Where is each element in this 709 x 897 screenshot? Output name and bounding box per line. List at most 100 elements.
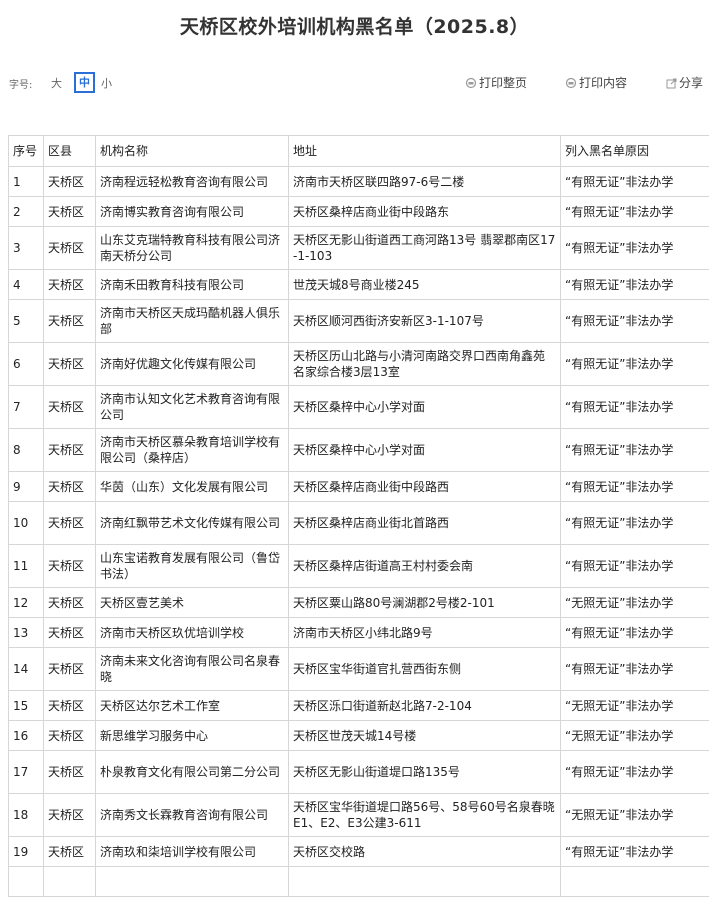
cell-reason: “有照无证”非法办学 (561, 502, 709, 545)
cell-reason: “有照无证”非法办学 (561, 227, 709, 270)
cell-name: 济南市天桥区玖优培训学校 (96, 618, 289, 648)
cell-address: 天桥区宝华街道官扎营西街东侧 (289, 648, 561, 691)
cell-address: 天桥区泺口街道新赵北路7-2-104 (289, 691, 561, 721)
cell-district: 天桥区 (44, 472, 96, 502)
cell-address: 天桥区无影山街道堤口路135号 (289, 751, 561, 794)
cell-district: 天桥区 (44, 386, 96, 429)
cell-district: 天桥区 (44, 502, 96, 545)
cell-address: 天桥区历山北路与小清河南路交界口西南角鑫苑名家综合楼3层13室 (289, 343, 561, 386)
column-header-reason: 列入黑名单原因 (561, 136, 709, 167)
cell-name: 华茵（山东）文化发展有限公司 (96, 472, 289, 502)
cell-address: 天桥区世茂天城14号楼 (289, 721, 561, 751)
table-row: 13天桥区济南市天桥区玖优培训学校济南市天桥区小纬北路9号“有照无证”非法办学 (9, 618, 709, 648)
cell-district: 天桥区 (44, 837, 96, 867)
cell-no: 17 (9, 751, 44, 794)
cell-name: 济南禾田教育科技有限公司 (96, 270, 289, 300)
cell-no: 1 (9, 167, 44, 197)
cell-no: 14 (9, 648, 44, 691)
cell-district: 天桥区 (44, 167, 96, 197)
font-size-large-button[interactable]: 大 (51, 75, 62, 91)
cell-district: 天桥区 (44, 691, 96, 721)
cell-district: 天桥区 (44, 300, 96, 343)
table-row: 19天桥区济南玖和柒培训学校有限公司天桥区交校路“有照无证”非法办学 (9, 837, 709, 867)
cell-no: 15 (9, 691, 44, 721)
cell-district: 天桥区 (44, 794, 96, 837)
print-icon (465, 77, 477, 89)
cell-no: 5 (9, 300, 44, 343)
cell-no: 19 (9, 837, 44, 867)
cell-no: 12 (9, 588, 44, 618)
table-row: 4天桥区济南禾田教育科技有限公司世茂天城8号商业楼245“有照无证”非法办学 (9, 270, 709, 300)
cell-name: 天桥区达尔艺术工作室 (96, 691, 289, 721)
table-row: 16天桥区新思维学习服务中心天桥区世茂天城14号楼“无照无证”非法办学 (9, 721, 709, 751)
table-row (9, 867, 709, 897)
cell-district: 天桥区 (44, 227, 96, 270)
cell-name: 济南博实教育咨询有限公司 (96, 197, 289, 227)
cell-district: 天桥区 (44, 648, 96, 691)
column-header-no: 序号 (9, 136, 44, 167)
print-page-button[interactable]: 打印整页 (465, 74, 527, 91)
table-row: 17天桥区朴泉教育文化有限公司第二分公司天桥区无影山街道堤口路135号“有照无证… (9, 751, 709, 794)
cell-no: 7 (9, 386, 44, 429)
table-row: 8天桥区济南市天桥区慕朵教育培训学校有限公司（桑梓店）天桥区桑梓中心小学对面“有… (9, 429, 709, 472)
cell-address: 天桥区顺河西街济安新区3-1-107号 (289, 300, 561, 343)
cell-no: 2 (9, 197, 44, 227)
print-page-label: 打印整页 (479, 76, 527, 90)
cell-district: 天桥区 (44, 721, 96, 751)
cell-no: 4 (9, 270, 44, 300)
table-row: 5天桥区济南市天桥区天成玛酷机器人俱乐部天桥区顺河西街济安新区3-1-107号“… (9, 300, 709, 343)
cell-no: 9 (9, 472, 44, 502)
cell-reason: “有照无证”非法办学 (561, 618, 709, 648)
cell-reason: “有照无证”非法办学 (561, 545, 709, 588)
table-row: 12天桥区天桥区壹艺美术天桥区粟山路80号澜湖郡2号楼2-101“无照无证”非法… (9, 588, 709, 618)
table-row: 11天桥区山东宝诺教育发展有限公司（鲁岱书法）天桥区桑梓店街道高王村村委会南“有… (9, 545, 709, 588)
cell-reason: “有照无证”非法办学 (561, 197, 709, 227)
cell-reason: “无照无证”非法办学 (561, 721, 709, 751)
cell-reason: “有照无证”非法办学 (561, 648, 709, 691)
cell-district: 天桥区 (44, 545, 96, 588)
page-title: 天桥区校外培训机构黑名单（2025.8） (0, 12, 709, 39)
cell-name: 天桥区壹艺美术 (96, 588, 289, 618)
cell-no: 13 (9, 618, 44, 648)
cell-no: 8 (9, 429, 44, 472)
column-header-name: 机构名称 (96, 136, 289, 167)
table-header-row: 序号 区县 机构名称 地址 列入黑名单原因 (9, 136, 709, 167)
cell-reason: “无照无证”非法办学 (561, 794, 709, 837)
cell-no: 6 (9, 343, 44, 386)
print-content-button[interactable]: 打印内容 (565, 74, 627, 91)
cell-reason (561, 867, 709, 897)
cell-reason: “有照无证”非法办学 (561, 270, 709, 300)
table-row: 2天桥区济南博实教育咨询有限公司天桥区桑梓店商业街中段路东“有照无证”非法办学 (9, 197, 709, 227)
table-row: 14天桥区济南未来文化咨询有限公司名泉春晓天桥区宝华街道官扎营西街东侧“有照无证… (9, 648, 709, 691)
table-row: 10天桥区济南红飘带艺术文化传媒有限公司天桥区桑梓店商业街北首路西“有照无证”非… (9, 502, 709, 545)
font-size-medium-button[interactable]: 中 (74, 72, 95, 93)
font-size-label: 字号: (9, 76, 32, 91)
cell-address: 天桥区桑梓店商业街中段路西 (289, 472, 561, 502)
table-row: 9天桥区华茵（山东）文化发展有限公司天桥区桑梓店商业街中段路西“有照无证”非法办… (9, 472, 709, 502)
cell-reason: “无照无证”非法办学 (561, 691, 709, 721)
cell-reason: “有照无证”非法办学 (561, 167, 709, 197)
table-row: 18天桥区济南秀文长霖教育咨询有限公司天桥区宝华街道堤口路56号、58号60号名… (9, 794, 709, 837)
font-size-small-button[interactable]: 小 (101, 75, 112, 91)
cell-reason: “有照无证”非法办学 (561, 472, 709, 502)
table-row: 1天桥区济南程远轻松教育咨询有限公司济南市天桥区联四路97-6号二楼“有照无证”… (9, 167, 709, 197)
cell-name: 山东宝诺教育发展有限公司（鲁岱书法） (96, 545, 289, 588)
share-button[interactable]: 分享 (666, 74, 703, 91)
cell-name: 济南红飘带艺术文化传媒有限公司 (96, 502, 289, 545)
cell-address: 天桥区宝华街道堤口路56号、58号60号名泉春晓E1、E2、E3公建3-611 (289, 794, 561, 837)
cell-district: 天桥区 (44, 270, 96, 300)
blacklist-table: 序号 区县 机构名称 地址 列入黑名单原因 1天桥区济南程远轻松教育咨询有限公司… (8, 135, 709, 897)
cell-name: 朴泉教育文化有限公司第二分公司 (96, 751, 289, 794)
print-content-label: 打印内容 (579, 76, 627, 90)
cell-reason: “有照无证”非法办学 (561, 837, 709, 867)
cell-address: 济南市天桥区联四路97-6号二楼 (289, 167, 561, 197)
cell-name: 济南市认知文化艺术教育咨询有限公司 (96, 386, 289, 429)
cell-address: 天桥区无影山街道西工商河路13号 翡翠郡南区17-1-103 (289, 227, 561, 270)
cell-reason: “有照无证”非法办学 (561, 751, 709, 794)
cell-address: 天桥区桑梓店街道高王村村委会南 (289, 545, 561, 588)
cell-address: 天桥区交校路 (289, 837, 561, 867)
cell-address: 天桥区桑梓店商业街北首路西 (289, 502, 561, 545)
cell-name: 济南市天桥区天成玛酷机器人俱乐部 (96, 300, 289, 343)
cell-name: 新思维学习服务中心 (96, 721, 289, 751)
cell-address: 济南市天桥区小纬北路9号 (289, 618, 561, 648)
